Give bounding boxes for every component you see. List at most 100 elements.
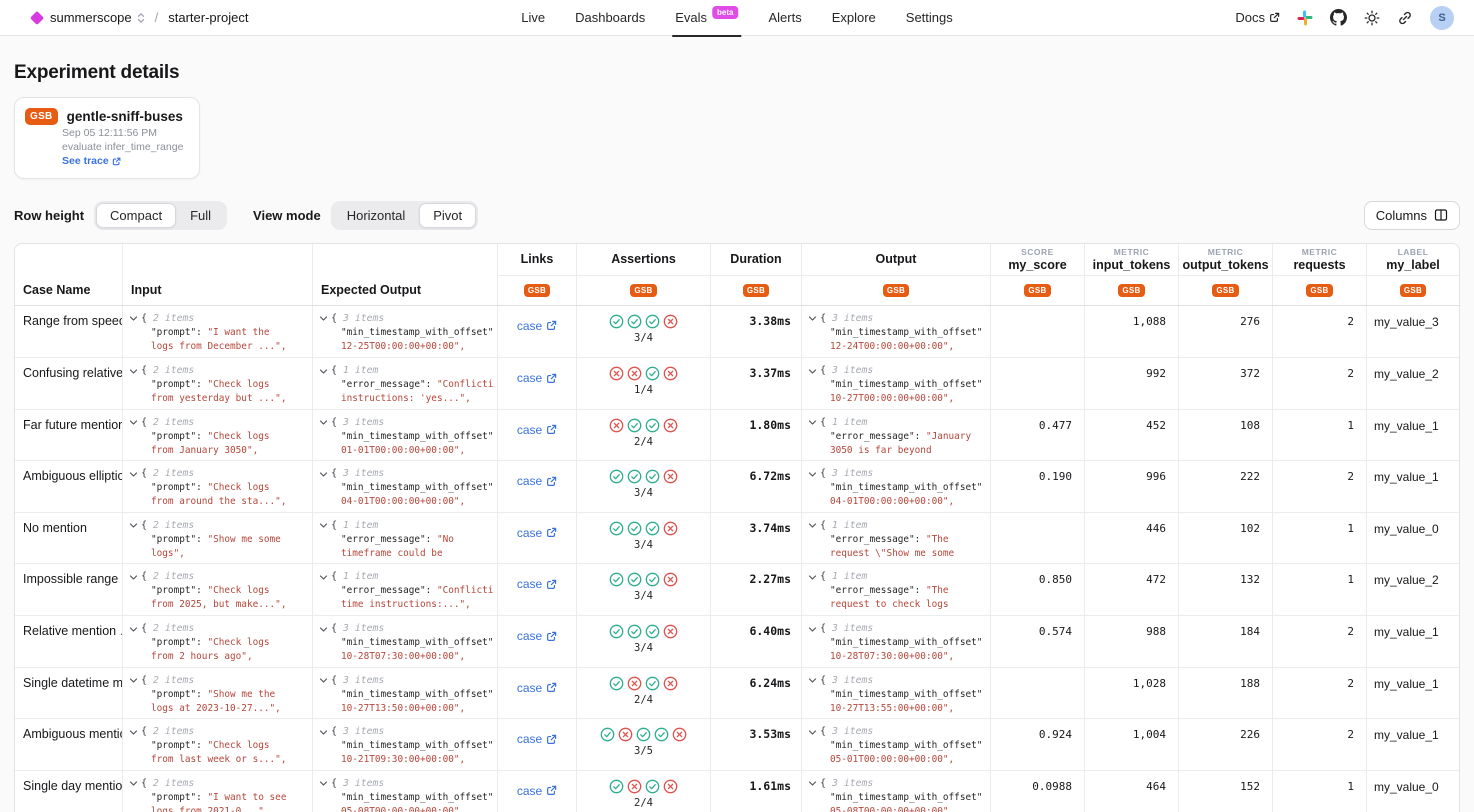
assertion-fail-icon bbox=[663, 366, 678, 381]
column-header-requests[interactable]: METRICrequests bbox=[1273, 244, 1367, 276]
github-icon[interactable] bbox=[1330, 9, 1347, 26]
open-brace: { bbox=[820, 725, 826, 739]
json-preview: {1 item"error_message": "Therequest to c… bbox=[802, 564, 990, 612]
case-trace-link[interactable]: case bbox=[517, 526, 557, 540]
case-trace-link[interactable]: case bbox=[517, 629, 557, 643]
view-mode-pivot-option[interactable]: Pivot bbox=[419, 203, 476, 228]
case-trace-link[interactable]: case bbox=[517, 732, 557, 746]
column-header-my_label[interactable]: LABELmy_label bbox=[1367, 244, 1459, 276]
column-header-expected[interactable]: Expected Output bbox=[313, 244, 498, 305]
expand-chevron-icon[interactable] bbox=[808, 470, 817, 479]
case-trace-link[interactable]: case bbox=[517, 423, 557, 437]
expand-chevron-icon[interactable] bbox=[808, 418, 817, 427]
json-preview-cell: {2 items"prompt": "Show me somelogs", bbox=[123, 513, 313, 564]
expand-chevron-icon[interactable] bbox=[129, 418, 138, 427]
expand-chevron-icon[interactable] bbox=[808, 779, 817, 788]
case-trace-link[interactable]: case bbox=[517, 319, 557, 333]
expand-chevron-icon[interactable] bbox=[319, 521, 328, 530]
theme-toggle-sun-icon[interactable] bbox=[1364, 10, 1380, 26]
case-trace-link[interactable]: case bbox=[517, 577, 557, 591]
table-row[interactable]: Single datetime m…{2 items"prompt": "Sho… bbox=[15, 667, 1459, 719]
docs-link[interactable]: Docs bbox=[1235, 10, 1280, 25]
expand-chevron-icon[interactable] bbox=[319, 367, 328, 376]
see-trace-link[interactable]: See trace bbox=[62, 155, 121, 169]
table-row[interactable]: Ambiguous elliptic…{2 items"prompt": "Ch… bbox=[15, 460, 1459, 512]
column-header-assertions[interactable]: Assertions bbox=[577, 244, 711, 276]
assertion-fail-icon bbox=[627, 779, 642, 794]
json-item-count: 3 items bbox=[832, 777, 873, 791]
my_score-cell: 0.0988 bbox=[991, 771, 1085, 812]
row-height-compact-option[interactable]: Compact bbox=[96, 203, 176, 228]
column-header-input[interactable]: Input bbox=[123, 244, 313, 305]
column-header-links[interactable]: Links bbox=[498, 244, 577, 276]
column-header-output[interactable]: Output bbox=[802, 244, 991, 276]
json-line: logs from 2021-0...", bbox=[151, 805, 312, 812]
case-trace-link[interactable]: case bbox=[517, 371, 557, 385]
json-line: "min_timestamp_with_offset" bbox=[341, 791, 497, 805]
row-height-full-option[interactable]: Full bbox=[176, 203, 225, 228]
column-header-input_tokens[interactable]: METRICinput_tokens bbox=[1085, 244, 1179, 276]
project-name[interactable]: starter-project bbox=[168, 10, 248, 25]
experiment-card[interactable]: GSB gentle-sniff-buses Sep 05 12:11:56 P… bbox=[14, 97, 200, 179]
expand-chevron-icon[interactable] bbox=[129, 625, 138, 634]
case-link-label: case bbox=[517, 629, 542, 643]
table-row[interactable]: Ambiguous mention{2 items"prompt": "Chec… bbox=[15, 718, 1459, 770]
expand-chevron-icon[interactable] bbox=[319, 470, 328, 479]
expand-chevron-icon[interactable] bbox=[319, 676, 328, 685]
expand-chevron-icon[interactable] bbox=[129, 470, 138, 479]
nav-item-explore[interactable]: Explore bbox=[832, 0, 876, 36]
expand-chevron-icon[interactable] bbox=[808, 314, 817, 323]
case-trace-link[interactable]: case bbox=[517, 474, 557, 488]
nav-item-settings[interactable]: Settings bbox=[906, 0, 953, 36]
table-row[interactable]: Far future mention{2 items"prompt": "Che… bbox=[15, 409, 1459, 461]
nav-item-live[interactable]: Live bbox=[521, 0, 545, 36]
expand-chevron-icon[interactable] bbox=[129, 779, 138, 788]
nav-item-alerts[interactable]: Alerts bbox=[768, 0, 801, 36]
links-cell: case bbox=[498, 719, 577, 770]
org-selector[interactable]: summerscope bbox=[50, 10, 145, 25]
expand-chevron-icon[interactable] bbox=[129, 367, 138, 376]
case-trace-link[interactable]: case bbox=[517, 784, 557, 798]
column-header-my_score[interactable]: SCOREmy_score bbox=[991, 244, 1085, 276]
user-avatar[interactable]: S bbox=[1430, 6, 1454, 30]
expand-chevron-icon[interactable] bbox=[808, 625, 817, 634]
table-row[interactable]: Impossible range{2 items"prompt": "Check… bbox=[15, 563, 1459, 615]
expand-chevron-icon[interactable] bbox=[808, 676, 817, 685]
expand-chevron-icon[interactable] bbox=[319, 314, 328, 323]
case-trace-link[interactable]: case bbox=[517, 681, 557, 695]
json-string-value: 01-01T00:00:00+00:00", bbox=[341, 445, 465, 456]
expand-chevron-icon[interactable] bbox=[129, 573, 138, 582]
expand-chevron-icon[interactable] bbox=[129, 728, 138, 737]
expand-chevron-icon[interactable] bbox=[319, 779, 328, 788]
json-preview-head: {3 items bbox=[319, 674, 497, 688]
expand-chevron-icon[interactable] bbox=[319, 418, 328, 427]
column-header-output_tokens[interactable]: METRICoutput_tokens bbox=[1179, 244, 1273, 276]
expand-chevron-icon[interactable] bbox=[129, 676, 138, 685]
table-row[interactable]: Relative mention …{2 items"prompt": "Che… bbox=[15, 615, 1459, 667]
expand-chevron-icon[interactable] bbox=[129, 521, 138, 530]
column-header-duration[interactable]: Duration bbox=[711, 244, 802, 276]
expand-chevron-icon[interactable] bbox=[319, 625, 328, 634]
expand-chevron-icon[interactable] bbox=[808, 367, 817, 376]
column-header-case[interactable]: Case Name bbox=[15, 244, 123, 305]
table-row[interactable]: No mention{2 items"prompt": "Show me som… bbox=[15, 512, 1459, 564]
expand-chevron-icon[interactable] bbox=[129, 314, 138, 323]
expand-chevron-icon[interactable] bbox=[808, 728, 817, 737]
external-link-icon bbox=[546, 373, 557, 384]
my_score-cell: 0.574 bbox=[991, 616, 1085, 667]
view-mode-horizontal-option[interactable]: Horizontal bbox=[333, 203, 420, 228]
assertion-icons bbox=[609, 521, 678, 536]
open-brace: { bbox=[820, 519, 826, 533]
expand-chevron-icon[interactable] bbox=[808, 521, 817, 530]
table-row[interactable]: Single day mention{2 items"prompt": "I w… bbox=[15, 770, 1459, 812]
table-row[interactable]: Range from speech{2 items"prompt": "I wa… bbox=[15, 306, 1459, 358]
columns-button[interactable]: Columns bbox=[1364, 201, 1460, 230]
nav-item-dashboards[interactable]: Dashboards bbox=[575, 0, 645, 36]
expand-chevron-icon[interactable] bbox=[808, 573, 817, 582]
nav-item-evals[interactable]: Evalsbeta bbox=[675, 0, 738, 36]
copy-link-icon[interactable] bbox=[1397, 10, 1413, 26]
table-row[interactable]: Confusing relative…{2 items"prompt": "Ch… bbox=[15, 357, 1459, 409]
expand-chevron-icon[interactable] bbox=[319, 728, 328, 737]
slack-icon[interactable] bbox=[1297, 10, 1313, 26]
expand-chevron-icon[interactable] bbox=[319, 573, 328, 582]
